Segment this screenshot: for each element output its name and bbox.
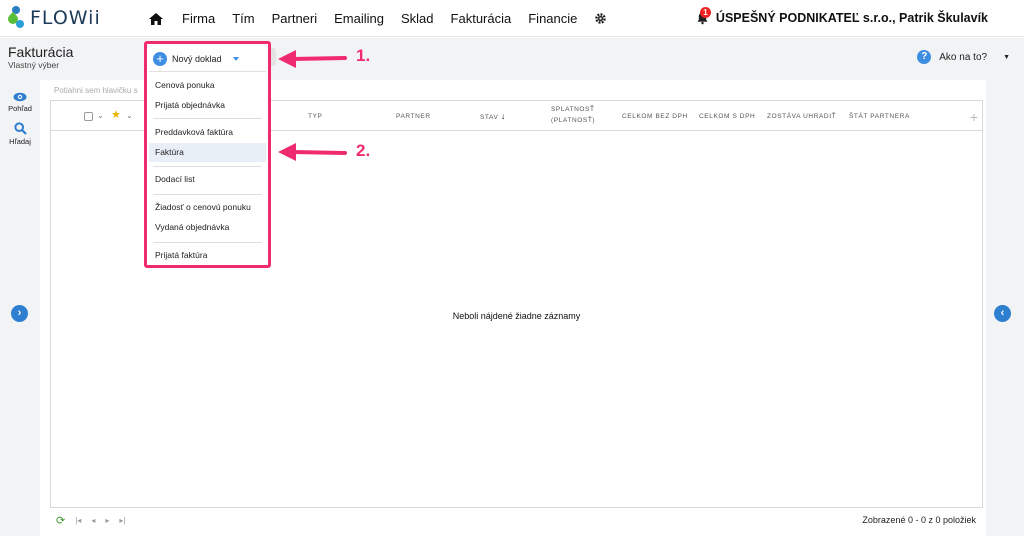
brand-name: FLOWii: [30, 7, 101, 29]
menu-item-preddavkova-faktura[interactable]: Preddavková faktúra: [149, 123, 266, 142]
menu-divider: [153, 118, 262, 119]
favorite-star-icon[interactable]: ★: [111, 108, 121, 121]
notification-badge: 1: [699, 7, 711, 18]
column-zostava-uhradit[interactable]: ZOSTÁVA UHRADIŤ: [767, 111, 836, 122]
settings-gear-icon[interactable]: [594, 12, 607, 25]
nav-emailing[interactable]: Emailing: [334, 11, 384, 26]
menu-item-cenova-ponuka[interactable]: Cenová ponuka: [149, 76, 266, 95]
company-account[interactable]: 1 ÚSPEŠNÝ PODNIKATEĽ s.r.o., Patrik Škul…: [696, 7, 988, 25]
new-document-button[interactable]: + Nový doklad: [149, 46, 266, 72]
first-page-icon[interactable]: |◂: [75, 516, 81, 525]
previous-page-icon[interactable]: ◂: [91, 516, 95, 525]
menu-divider: [153, 166, 262, 167]
notification-bell-icon[interactable]: 1: [696, 7, 711, 25]
nav-fakturacia[interactable]: Fakturácia: [451, 11, 512, 26]
page-title: Fakturácia: [8, 44, 74, 60]
menu-divider: [153, 194, 262, 195]
company-name: ÚSPEŠNÝ PODNIKATEĽ s.r.o., Patrik Škulav…: [715, 11, 988, 25]
record-count: Zobrazené 0 - 0 z 0 položiek: [862, 515, 976, 525]
column-typ[interactable]: TYP: [308, 111, 322, 122]
select-all-checkbox[interactable]: [84, 112, 93, 121]
nav-financie[interactable]: Financie: [528, 11, 577, 26]
dropdown-caret-icon: [232, 56, 239, 61]
column-splatnost[interactable]: SPLATNOSŤ (PLATNOSŤ): [551, 104, 595, 126]
menu-item-faktura[interactable]: Faktúra: [149, 143, 266, 162]
nav-firma[interactable]: Firma: [182, 11, 215, 26]
expand-right-panel-icon[interactable]: ‹: [994, 305, 1011, 322]
column-stav[interactable]: STAV ↓: [480, 111, 506, 123]
annotation-label-1: 1.: [356, 46, 371, 65]
grid-footer: ⟳ |◂ ◂ ▸ ▸| Zobrazené 0 - 0 z 0 položiek: [50, 508, 984, 532]
left-sidebar: Pohľad Hľadaj ›: [0, 80, 40, 536]
main-menu: Firma Tím Partneri Emailing Sklad Faktur…: [148, 0, 607, 37]
flowii-logo[interactable]: FLOWii: [5, 6, 101, 30]
eye-icon: [13, 92, 27, 102]
next-page-icon[interactable]: ▸: [105, 516, 109, 525]
top-navigation-bar: FLOWii Firma Tím Partneri Emailing Sklad…: [0, 0, 1024, 37]
help-label: Ako na to?: [939, 51, 988, 63]
sidebar-view[interactable]: Pohľad: [0, 92, 40, 113]
menu-divider: [153, 242, 262, 243]
column-platnost-label: (PLATNOSŤ): [551, 117, 596, 124]
add-column-plus-icon[interactable]: +: [970, 109, 978, 125]
new-document-highlight-frame: + Nový doklad Cenová ponuka Prijatá obje…: [144, 41, 271, 268]
select-menu-chevron-icon[interactable]: ⌄: [97, 111, 104, 120]
menu-item-vydana-objednavka[interactable]: Vydaná objednávka: [149, 218, 266, 237]
sidebar-view-label: Pohľad: [8, 104, 32, 113]
pagination: ⟳ |◂ ◂ ▸ ▸|: [56, 514, 125, 527]
menu-item-dodaci-list[interactable]: Dodací list: [149, 170, 266, 189]
home-icon[interactable]: [148, 11, 164, 27]
column-celkom-s-dph[interactable]: CELKOM S DPH: [699, 111, 755, 122]
column-celkom-bez-dph[interactable]: CELKOM BEZ DPH: [622, 111, 688, 122]
help-caret-icon[interactable]: ▼: [1003, 54, 1010, 61]
column-stat-partnera[interactable]: ŠTÁT PARTNERA: [849, 111, 910, 122]
column-splatnost-label: SPLATNOSŤ: [551, 106, 595, 113]
sidebar-search[interactable]: Hľadaj: [0, 122, 40, 146]
menu-item-prijata-objednavka[interactable]: Prijatá objednávka: [149, 96, 266, 115]
plus-circle-icon: +: [153, 51, 167, 66]
nav-tim[interactable]: Tím: [232, 11, 254, 26]
column-partner[interactable]: PARTNER: [396, 111, 431, 122]
right-rail: ‹: [986, 80, 1024, 536]
menu-item-ziadost-o-cenovu-ponuku[interactable]: Žiadosť o cenovú ponuku: [149, 198, 266, 217]
last-page-icon[interactable]: ▸|: [119, 516, 125, 525]
refresh-icon[interactable]: ⟳: [56, 514, 65, 527]
empty-state-message: Neboli nájdené žiadne záznamy: [452, 311, 581, 321]
search-icon: [13, 122, 27, 135]
column-stav-label: STAV: [480, 114, 499, 121]
help-link[interactable]: ? Ako na to? ▼: [917, 50, 1010, 64]
sidebar-search-label: Hľadaj: [9, 137, 31, 146]
expand-left-panel-icon[interactable]: ›: [11, 305, 28, 322]
new-document-label: Nový doklad: [172, 53, 222, 64]
nav-partneri[interactable]: Partneri: [272, 11, 318, 26]
menu-item-prijata-faktura[interactable]: Prijatá faktúra: [149, 246, 266, 265]
nav-sklad[interactable]: Sklad: [401, 11, 434, 26]
page-subtitle: Vlastný výber: [8, 60, 60, 70]
sort-desc-arrow-icon: ↓: [500, 111, 506, 121]
favorite-menu-chevron-icon[interactable]: ⌄: [126, 111, 133, 120]
annotation-label-2: 2.: [356, 141, 371, 160]
flowii-logo-icon: [5, 6, 26, 30]
help-question-icon: ?: [917, 50, 932, 64]
